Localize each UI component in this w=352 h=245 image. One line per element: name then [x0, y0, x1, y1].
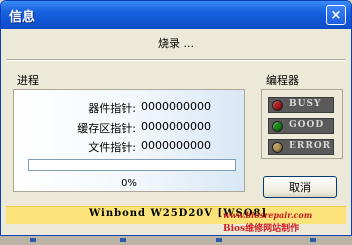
busy-label: BUSY	[289, 99, 322, 109]
file-pointer-label: 文件指针:	[88, 141, 136, 154]
file-pointer-value: 0000000000	[141, 139, 211, 152]
watermark: www.biosrepair.com Bios维修网站制作	[223, 210, 312, 234]
error-led-icon	[272, 142, 283, 153]
good-led-icon	[272, 121, 283, 132]
watermark-brand-prefix: B	[223, 224, 231, 234]
taskbar-icon	[216, 238, 222, 242]
progress-bar	[28, 159, 236, 171]
title-bar: 信息 ×	[1, 1, 351, 29]
dialog-title: 信息	[9, 10, 36, 25]
divider	[7, 59, 345, 61]
taskbar-strip	[0, 236, 352, 245]
close-button[interactable]: ×	[326, 5, 346, 25]
status-text: 烧录 ...	[158, 37, 194, 50]
watermark-brand: ios维修网站制作	[230, 224, 300, 234]
taskbar-icon	[310, 238, 316, 242]
progress-panel: 器件指针: 0000000000 缓存区指针: 0000000000 文件指针:…	[13, 89, 245, 192]
progress-group-label: 进程	[17, 74, 39, 87]
error-label: ERROR	[289, 141, 332, 151]
close-icon: ×	[330, 7, 342, 23]
cancel-button[interactable]: 取消	[263, 176, 337, 198]
good-indicator: GOOD	[268, 118, 334, 134]
progress-percent: 0%	[121, 178, 137, 189]
watermark-domain: www.biosrepair.com	[223, 210, 313, 220]
error-indicator: ERROR	[268, 139, 334, 155]
buffer-pointer-label: 缓存区指针:	[77, 122, 136, 135]
programmer-status-panel: BUSY GOOD ERROR	[261, 89, 343, 159]
taskbar-icon	[120, 238, 126, 242]
busy-led-icon	[272, 100, 283, 111]
programmer-group-label: 编程器	[266, 74, 299, 87]
device-pointer-value: 0000000000	[141, 100, 211, 113]
busy-indicator: BUSY	[268, 97, 334, 113]
device-pointer-label: 器件指针:	[88, 102, 136, 115]
buffer-pointer-value: 0000000000	[141, 120, 211, 133]
taskbar-icon	[30, 238, 36, 242]
info-dialog: 信息 × 烧录 ... 进程 编程器 器件指针: 0000000000 缓存区指…	[0, 0, 352, 236]
good-label: GOOD	[289, 120, 325, 130]
